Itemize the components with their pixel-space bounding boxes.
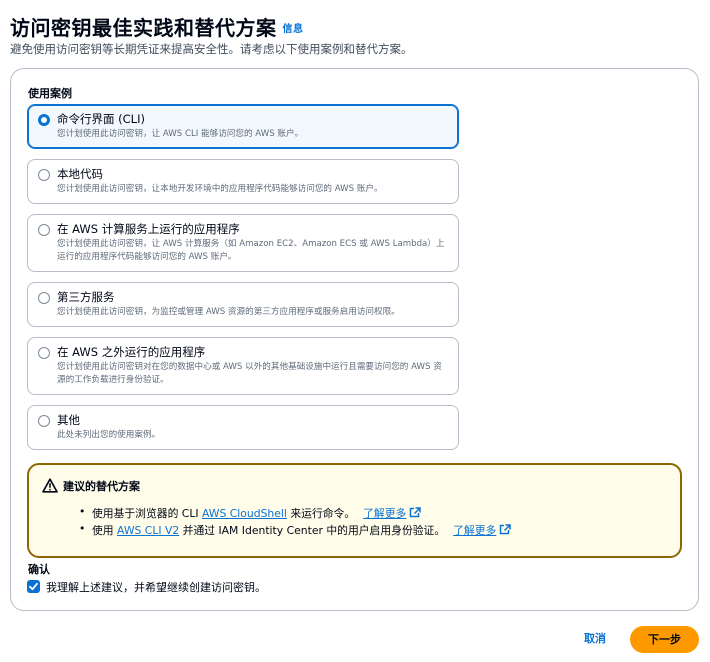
next-button[interactable]: 下一步 [630, 626, 699, 653]
cloudshell-link[interactable]: AWS CloudShell [202, 507, 287, 520]
option-other[interactable]: 其他 此处未列出您的使用案例。 [27, 405, 459, 450]
option-title: 在 AWS 之外运行的应用程序 [57, 345, 206, 359]
option-title: 本地代码 [57, 167, 103, 181]
radio-button[interactable] [38, 169, 50, 181]
use-cases-label: 使用案例 [28, 87, 72, 100]
option-description: 此处未列出您的使用案例。 [57, 430, 161, 440]
option-title: 命令行界面 (CLI) [57, 112, 145, 126]
option-title: 在 AWS 计算服务上运行的应用程序 [57, 222, 240, 236]
page-title: 访问密钥最佳实践和替代方案 信息 [10, 12, 304, 41]
learn-more-link[interactable]: 了解更多 [453, 524, 496, 537]
confirmation-checkbox[interactable] [27, 580, 40, 593]
warning-icon [42, 478, 58, 493]
alternative-item: 使用基于浏览器的 CLI AWS CloudShell 来运行命令。了解更多 [79, 505, 511, 522]
alternatives-alert: 建议的替代方案 使用基于浏览器的 CLI AWS CloudShell 来运行命… [27, 463, 682, 558]
option-description: 您计划使用此访问密钥对在您的数据中心或 AWS 以外的其他基础设施中运行且需要访… [57, 362, 442, 385]
confirmation-checkbox-label[interactable]: 我理解上述建议，并希望继续创建访问密钥。 [46, 579, 266, 595]
aws-cli-v2-link[interactable]: AWS CLI V2 [117, 524, 179, 537]
external-link-icon[interactable] [499, 524, 512, 535]
option-title: 其他 [57, 413, 80, 427]
confirmation-label: 确认 [28, 563, 50, 576]
item-text: 使用 [92, 524, 118, 537]
learn-more-link[interactable]: 了解更多 [363, 507, 406, 520]
page-title-text: 访问密钥最佳实践和替代方案 [10, 16, 277, 40]
checkmark-icon [29, 582, 38, 591]
option-outside-aws[interactable]: 在 AWS 之外运行的应用程序 您计划使用此访问密钥对在您的数据中心或 AWS … [27, 337, 459, 395]
item-text: 使用基于浏览器的 CLI [92, 507, 202, 520]
option-description: 您计划使用此访问密钥，让 AWS 计算服务（如 Amazon EC2、Amazo… [57, 239, 445, 262]
option-cli[interactable]: 命令行界面 (CLI) 您计划使用此访问密钥，让 AWS CLI 能够访问您的 … [27, 104, 459, 149]
option-third-party[interactable]: 第三方服务 您计划使用此访问密钥，为监控或管理 AWS 资源的第三方应用程序或服… [27, 282, 459, 327]
item-text: 并通过 IAM Identity Center 中的用户启用身份验证。 [179, 524, 446, 537]
alert-title: 建议的替代方案 [63, 480, 140, 493]
radio-button[interactable] [38, 415, 50, 427]
external-link-icon[interactable] [409, 507, 422, 518]
option-aws-compute[interactable]: 在 AWS 计算服务上运行的应用程序 您计划使用此访问密钥，让 AWS 计算服务… [27, 214, 459, 272]
radio-button[interactable] [38, 292, 50, 304]
alternative-item: 使用 AWS CLI V2 并通过 IAM Identity Center 中的… [79, 522, 512, 539]
option-description: 您计划使用此访问密钥，让本地开发环境中的应用程序代码能够访问您的 AWS 账户。 [57, 184, 383, 194]
option-description: 您计划使用此访问密钥，让 AWS CLI 能够访问您的 AWS 账户。 [57, 129, 304, 139]
radio-button[interactable] [38, 114, 50, 126]
radio-button[interactable] [38, 347, 50, 359]
option-local-code[interactable]: 本地代码 您计划使用此访问密钥，让本地开发环境中的应用程序代码能够访问您的 AW… [27, 159, 459, 204]
item-text: 来运行命令。 [286, 507, 356, 520]
radio-button[interactable] [38, 224, 50, 236]
info-link[interactable]: 信息 [283, 24, 304, 35]
option-title: 第三方服务 [57, 290, 115, 304]
alternatives-list: 使用基于浏览器的 CLI AWS CloudShell 来运行命令。了解更多 使… [79, 505, 512, 539]
option-description: 您计划使用此访问密钥，为监控或管理 AWS 资源的第三方应用程序或服务启用访问权… [57, 307, 400, 317]
cancel-button[interactable]: 取消 [576, 627, 614, 651]
page-subtitle: 避免使用访问密钥等长期凭证来提高安全性。请考虑以下使用案例和替代方案。 [10, 42, 413, 56]
